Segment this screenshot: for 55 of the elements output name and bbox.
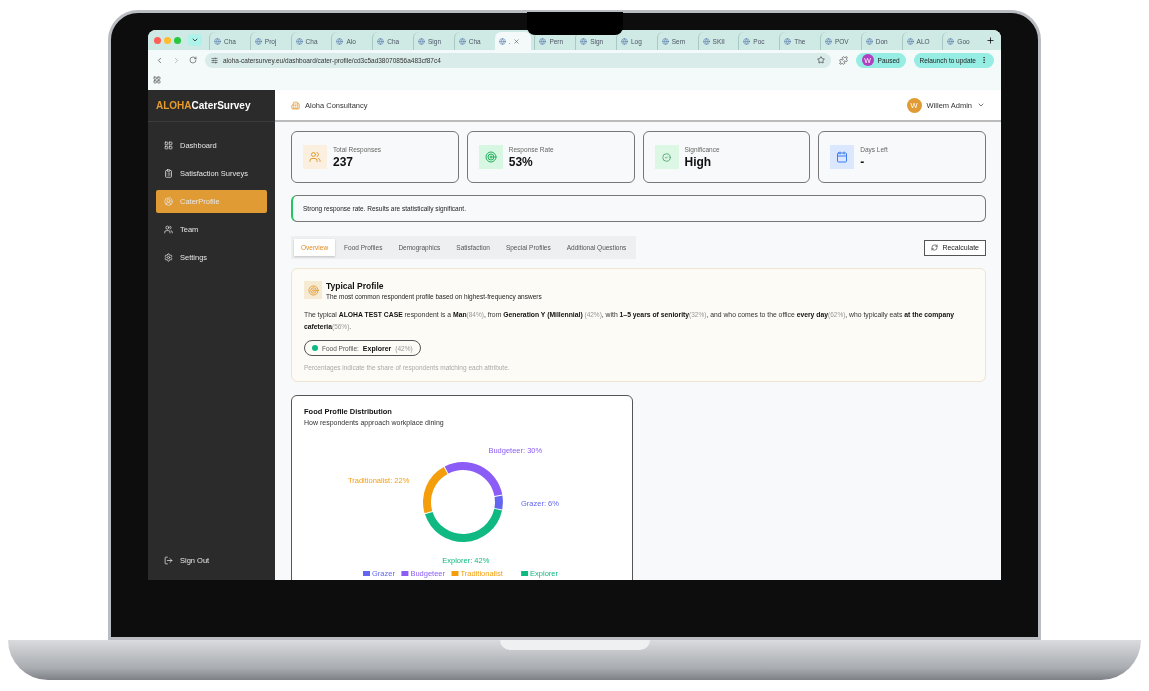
card-title: Typical Profile (326, 281, 385, 291)
bookmark-star-icon[interactable] (816, 56, 825, 64)
favicon-icon (377, 37, 385, 45)
favicon-icon (947, 37, 955, 45)
favicon-icon (702, 37, 710, 45)
legend-swatch (521, 571, 529, 576)
stat-value: 53% (508, 154, 534, 169)
close-window-icon[interactable] (154, 36, 161, 44)
building-icon (291, 100, 300, 110)
team-icon (164, 225, 173, 234)
favicon-icon (214, 37, 221, 45)
users-icon (303, 145, 327, 169)
favicon-icon (743, 37, 751, 45)
grid-icon (164, 141, 173, 150)
refresh-icon (931, 244, 939, 251)
favicon-icon (418, 37, 425, 45)
stat-value: - (860, 154, 866, 169)
calendar-icon (830, 145, 855, 169)
more-icon[interactable] (980, 56, 988, 64)
favicon-icon (498, 37, 506, 45)
tab-search-button[interactable] (188, 34, 202, 46)
back-icon[interactable] (155, 55, 164, 65)
apps-icon[interactable] (153, 76, 161, 84)
sign-out-icon (164, 556, 173, 565)
chevron-down-icon (977, 101, 985, 109)
legend-swatch (401, 571, 409, 576)
favicon-icon (295, 37, 303, 45)
settings-icon (164, 253, 173, 262)
favicon-icon (458, 37, 466, 45)
target-icon (478, 145, 503, 169)
stat-value: 237 (333, 154, 355, 169)
stat-value: High (684, 154, 713, 169)
maximize-window-icon[interactable] (174, 36, 181, 44)
forward-icon[interactable] (172, 55, 181, 65)
favicon-icon (784, 37, 792, 45)
chevron-down-icon (191, 36, 199, 44)
favicon-icon (661, 37, 669, 45)
favicon-icon (539, 37, 547, 45)
favicon-icon (865, 37, 873, 45)
site-info-icon[interactable] (211, 56, 218, 64)
profile-icon (164, 197, 173, 206)
legend-swatch (451, 571, 459, 576)
favicon-icon (620, 37, 628, 45)
favicon-icon (254, 37, 262, 45)
favicon-icon (336, 37, 344, 45)
legend-swatch (363, 571, 370, 576)
reload-icon[interactable] (189, 56, 197, 64)
close-icon[interactable] (513, 37, 521, 45)
favicon-icon (824, 37, 832, 45)
extensions-icon[interactable] (838, 55, 848, 65)
favicon-icon (580, 37, 588, 45)
favicon-icon (906, 37, 914, 45)
clipboard-icon (164, 169, 173, 178)
new-tab-icon[interactable] (986, 35, 996, 45)
target-icon (304, 281, 322, 299)
